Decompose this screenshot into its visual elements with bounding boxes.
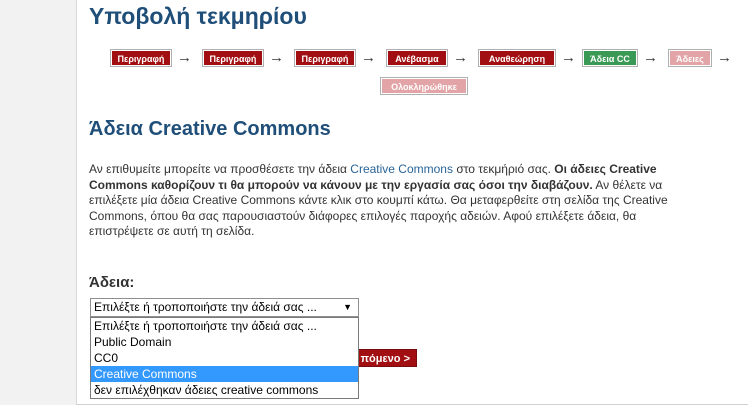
step-complete: Ολοκληρώθηκε <box>380 77 468 95</box>
section-heading: Άδεια Creative Commons <box>89 118 331 140</box>
intro-part-2: στο τεκμήριό σας. <box>452 162 555 176</box>
license-option-highlighted[interactable]: Creative Commons <box>91 366 358 382</box>
step-description-2[interactable]: Περιγραφή <box>202 49 264 67</box>
license-label: Άδεια: <box>89 274 135 291</box>
step-arrow-icon: → <box>561 49 576 66</box>
step-upload[interactable]: Ανέβασμα <box>386 49 448 67</box>
step-arrow-icon: → <box>643 49 658 66</box>
intro-part-1: Αν επιθυμείτε μπορείτε να προσθέσετε την… <box>89 162 351 176</box>
step-arrow-icon: → <box>177 49 192 66</box>
chevron-down-icon: ▼ <box>343 302 352 312</box>
progress-steps: Περιγραφή → Περιγραφή → Περιγραφή → Ανέβ… <box>110 49 748 98</box>
step-arrow-icon: → <box>269 49 284 66</box>
creative-commons-link[interactable]: Creative Commons <box>350 162 453 176</box>
step-arrow-icon: → <box>453 49 468 66</box>
license-option[interactable]: Επιλέξτε ή τροποποιήστε την άδειά σας ..… <box>91 318 358 334</box>
step-arrow-icon: → <box>361 49 376 66</box>
license-option[interactable]: CC0 <box>91 350 358 366</box>
step-description-3[interactable]: Περιγραφή <box>294 49 356 67</box>
license-option[interactable]: Public Domain <box>91 334 358 350</box>
main-panel: Υποβολή τεκμηρίου Περιγραφή → Περιγραφή … <box>76 0 748 405</box>
step-licenses: Άδειες <box>668 49 712 67</box>
step-arrow-icon: → <box>717 49 732 66</box>
intro-text: Αν επιθυμείτε μπορείτε να προσθέσετε την… <box>89 162 701 240</box>
license-select-value: Επιλέξτε ή τροποποιήστε την άδειά σας ..… <box>94 300 317 314</box>
license-option[interactable]: δεν επιλέχθηκαν άδειες creative commons <box>91 382 358 398</box>
license-dropdown-list: Επιλέξτε ή τροποποιήστε την άδειά σας ..… <box>90 317 359 399</box>
step-cc-license: Άδεια CC <box>582 49 638 67</box>
step-review[interactable]: Αναθεώρηση <box>478 49 556 67</box>
page-title: Υποβολή τεκμηρίου <box>89 3 307 29</box>
license-select[interactable]: Επιλέξτε ή τροποποιήστε την άδειά σας ..… <box>90 298 359 317</box>
step-description-1[interactable]: Περιγραφή <box>110 49 172 67</box>
